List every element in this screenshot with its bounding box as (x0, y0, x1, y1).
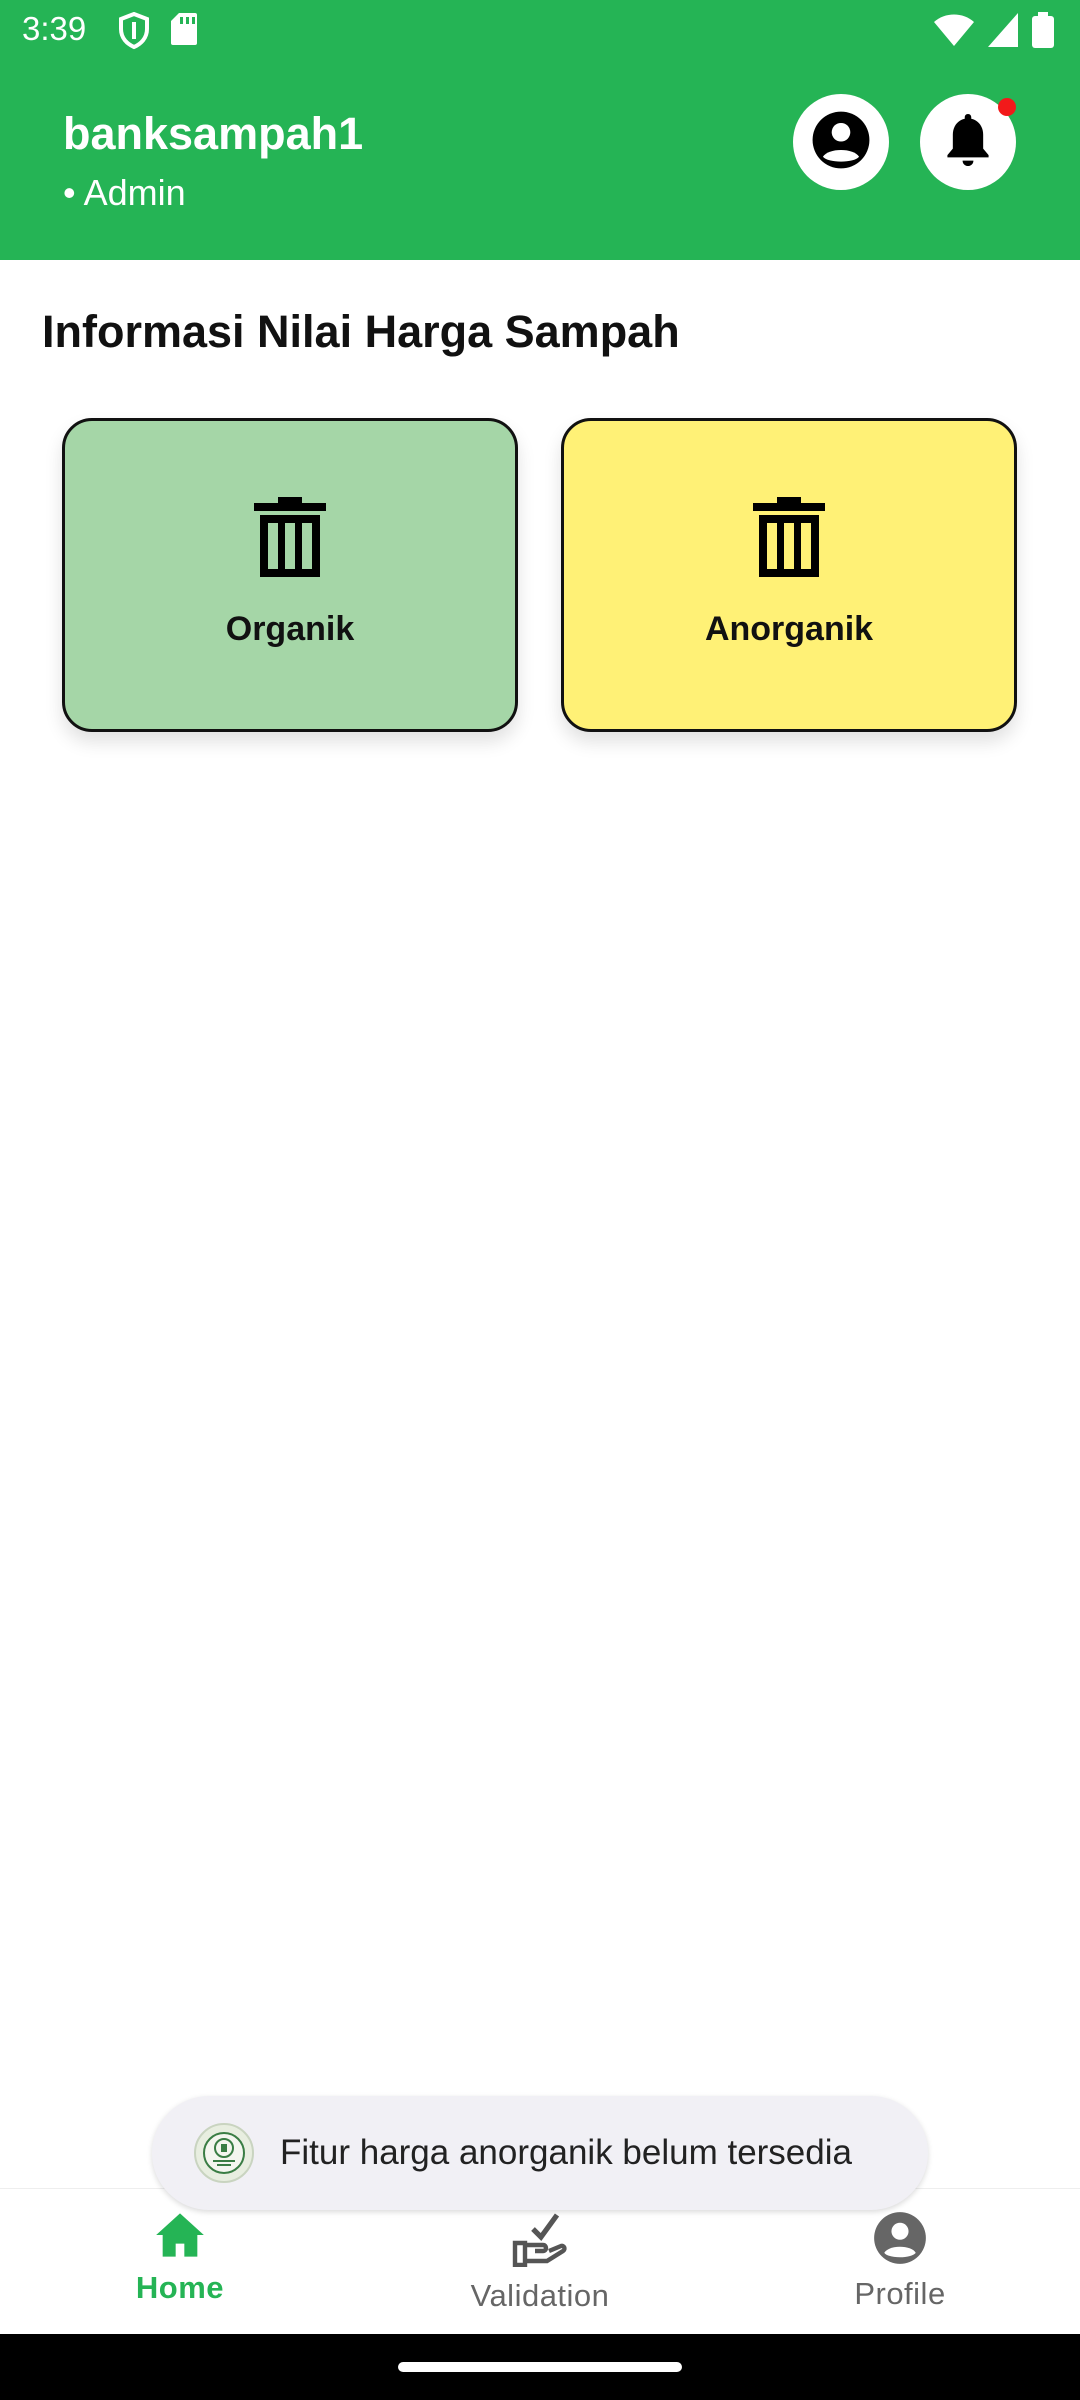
section-title: Informasi Nilai Harga Sampah (42, 306, 680, 357)
app-header: banksampah1 • Admin (0, 62, 1080, 260)
card-label-organik: Organik (225, 610, 355, 648)
card-label-anorganik: Anorganik (704, 610, 874, 648)
nav-item-home[interactable]: Home (50, 2211, 310, 2306)
card-organik[interactable]: Organik (62, 418, 518, 732)
gesture-handle[interactable] (398, 2362, 682, 2372)
system-nav-bar (0, 2334, 1080, 2400)
user-name: banksampah1 (63, 108, 364, 159)
card-anorganik[interactable]: Anorganik (561, 418, 1017, 732)
notification-dot (998, 98, 1016, 116)
profile-button[interactable] (793, 94, 889, 190)
status-left-icons (118, 12, 198, 50)
nav-item-profile[interactable]: Profile (770, 2211, 1030, 2312)
home-icon (154, 2211, 206, 2264)
user-role: • Admin (63, 172, 186, 213)
account-circle-icon (810, 109, 872, 176)
battery-icon (1032, 12, 1054, 48)
hand-check-icon (511, 2211, 569, 2272)
eco-trash-bank-logo (194, 2123, 254, 2183)
nav-label-profile: Profile (854, 2276, 946, 2311)
nav-label-validation: Validation (470, 2278, 610, 2313)
account-circle-icon (873, 2211, 927, 2270)
nav-label-home: Home (135, 2270, 225, 2305)
signal-icon (988, 13, 1018, 47)
status-time: 3:39 (22, 10, 87, 47)
status-right-icons (934, 12, 1054, 48)
nav-item-validation[interactable]: Validation (410, 2211, 670, 2314)
sd-card-icon (170, 12, 198, 50)
notification-button[interactable] (920, 94, 1016, 190)
wifi-icon (934, 13, 974, 47)
bell-icon (942, 111, 994, 174)
status-bar: 3:39 (0, 0, 1080, 62)
shield-icon (118, 12, 150, 50)
toast-text: Fitur harga anorganik belum tersedia (280, 2133, 852, 2172)
toast-message: Fitur harga anorganik belum tersedia (152, 2096, 928, 2210)
trash-icon (753, 497, 825, 582)
trash-icon (254, 497, 326, 582)
